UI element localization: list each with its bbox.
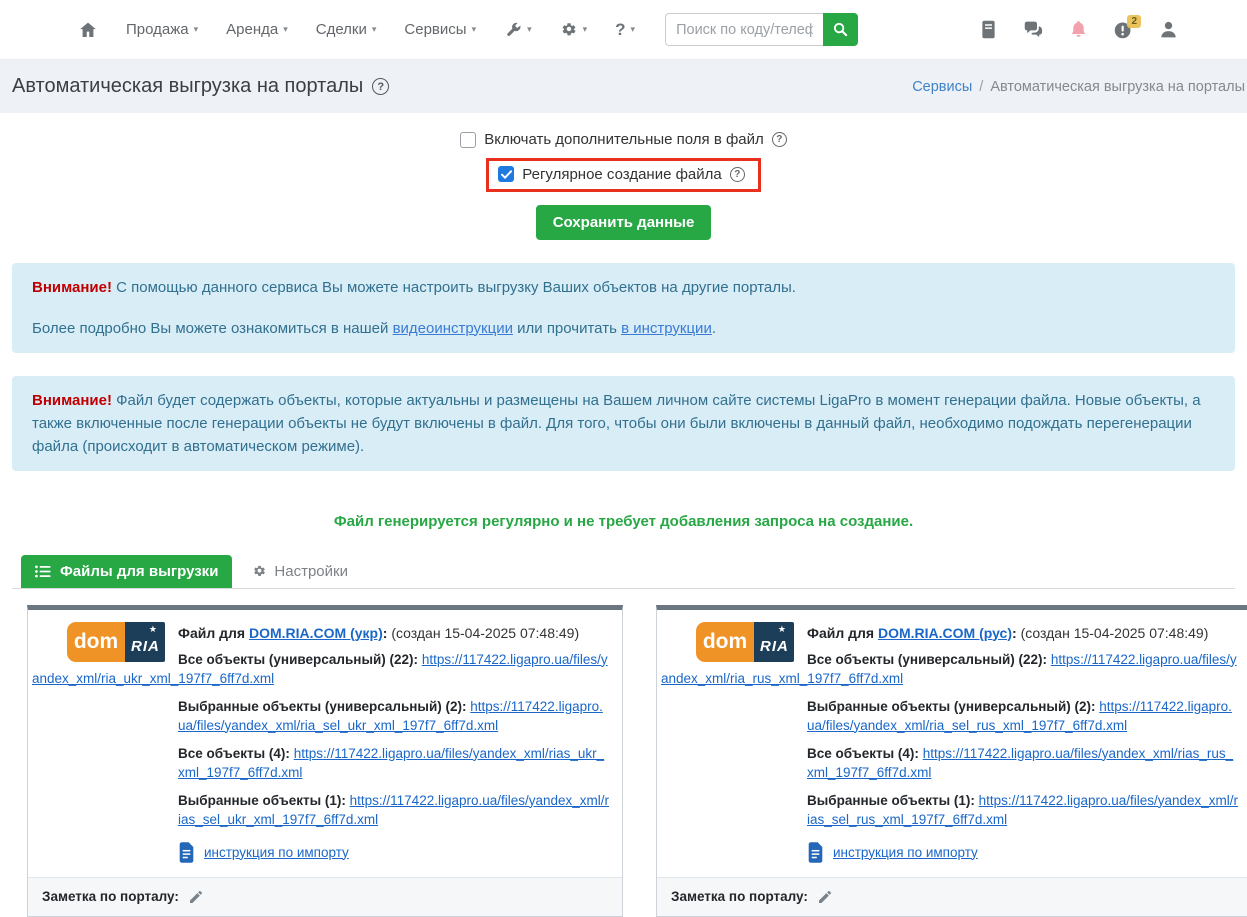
chevron-down-icon: ▾ <box>194 24 199 35</box>
portal-note-footer: Заметка по порталу: <box>28 877 622 916</box>
regular-file-help-icon[interactable]: ? <box>730 167 745 182</box>
gear-icon <box>252 564 267 579</box>
portal-site-link[interactable]: DOM.RIA.COM (рус) <box>878 625 1012 641</box>
instruction-link[interactable]: в инструкции <box>621 320 712 337</box>
checkmark-icon <box>501 170 512 179</box>
chevron-down-icon: ▾ <box>527 24 532 35</box>
search-button[interactable] <box>823 13 858 46</box>
info-notice-2: Внимание! Файл будет содержать объекты, … <box>12 376 1235 471</box>
chevron-down-icon: ▾ <box>283 24 288 35</box>
save-button[interactable]: Сохранить данные <box>536 205 712 240</box>
page-help-icon[interactable]: ? <box>372 78 389 95</box>
nav-help-menu[interactable]: ? ▾ <box>615 20 635 40</box>
file-line: Все объекты (4): https://117422.ligapro.… <box>178 744 610 782</box>
tab-bar: Файлы для выгрузки Настройки <box>12 555 1235 589</box>
extra-fields-checkbox-row[interactable]: Включать дополнительные поля в файл ? <box>460 131 787 148</box>
chevron-down-icon: ▾ <box>372 24 377 35</box>
regular-file-checkbox-row[interactable]: Регулярное создание файла ? <box>498 166 745 183</box>
edit-note-pencil-icon[interactable] <box>817 889 833 905</box>
gear-icon <box>560 21 578 39</box>
home-icon[interactable] <box>78 20 98 40</box>
portal-site-link[interactable]: DOM.RIA.COM (укр) <box>249 625 383 641</box>
nav-deals-menu[interactable]: Сделки▾ <box>316 21 377 38</box>
portal-cards: dom ★RIA Файл для DOM.RIA.COM (укр): (со… <box>27 605 1247 917</box>
dom-ria-logo: dom ★RIA <box>67 622 165 662</box>
import-instruction-link[interactable]: инструкция по импорту <box>204 845 349 860</box>
title-bar: Автоматическая выгрузка на порталы ? Сер… <box>0 60 1247 113</box>
red-highlight-annotation: Регулярное создание файла ? <box>486 158 761 192</box>
file-line: Выбранные объекты (универсальный) (2): h… <box>807 697 1239 735</box>
video-instruction-link[interactable]: видеоинструкции <box>393 320 513 337</box>
file-line: Выбранные объекты (универсальный) (2): h… <box>178 697 610 735</box>
breadcrumb: Сервисы/Автоматическая выгрузка на порта… <box>912 79 1245 95</box>
portal-note-footer: Заметка по порталу: <box>657 877 1247 916</box>
chevron-down-icon: ▾ <box>631 24 636 35</box>
alerts-icon[interactable]: 2 <box>1113 19 1134 40</box>
user-profile-icon[interactable] <box>1158 19 1179 40</box>
portal-card-dom-ria-rus: dom ★RIA Файл для DOM.RIA.COM (рус): (со… <box>656 605 1247 917</box>
wrench-icon <box>504 21 522 39</box>
messages-icon[interactable] <box>1023 19 1044 40</box>
tab-export-files[interactable]: Файлы для выгрузки <box>21 555 232 588</box>
export-settings-form: Включать дополнительные поля в файл ? Ре… <box>0 113 1247 240</box>
tab-settings[interactable]: Настройки <box>244 555 356 588</box>
regular-file-checkbox[interactable] <box>498 166 514 182</box>
nav-settings-menu[interactable]: ▾ <box>560 21 588 39</box>
file-line: Выбранные объекты (1): https://117422.li… <box>807 791 1239 829</box>
file-generation-status: Файл генерируется регулярно и не требует… <box>0 513 1247 530</box>
file-line: Все объекты (4): https://117422.ligapro.… <box>807 744 1239 782</box>
search-input[interactable] <box>665 13 823 46</box>
import-instruction-row: инструкция по импорту <box>807 842 1239 863</box>
dom-ria-logo: dom ★RIA <box>696 622 794 662</box>
star-icon: ★ <box>778 624 786 635</box>
header-icon-group: 2 <box>978 19 1179 40</box>
portal-card-dom-ria-ukr: dom ★RIA Файл для DOM.RIA.COM (укр): (со… <box>27 605 623 917</box>
breadcrumb-current: Автоматическая выгрузка на порталы <box>990 79 1245 95</box>
search-icon <box>832 21 849 38</box>
document-icon <box>807 842 824 863</box>
chevron-down-icon: ▾ <box>583 24 588 35</box>
star-icon: ★ <box>149 624 157 635</box>
info-notice-1: Внимание! С помощью данного сервиса Вы м… <box>12 263 1235 353</box>
page-title: Автоматическая выгрузка на порталы ? <box>12 75 389 98</box>
list-icon <box>35 565 51 578</box>
document-icon <box>178 842 195 863</box>
notifications-bell-icon[interactable] <box>1068 19 1089 40</box>
chevron-down-icon: ▾ <box>472 24 477 35</box>
extra-fields-help-icon[interactable]: ? <box>772 132 787 147</box>
help-icon: ? <box>615 20 625 40</box>
file-line: Выбранные объекты (1): https://117422.li… <box>178 791 610 829</box>
import-instruction-link[interactable]: инструкция по импорту <box>833 845 978 860</box>
journal-icon[interactable] <box>978 19 999 40</box>
nav-sales-menu[interactable]: Продажа▾ <box>126 21 198 38</box>
alerts-count-badge: 2 <box>1127 15 1141 28</box>
import-instruction-row: инструкция по импорту <box>178 842 610 863</box>
breadcrumb-services-link[interactable]: Сервисы <box>912 79 972 95</box>
nav-rent-menu[interactable]: Аренда▾ <box>226 21 288 38</box>
nav-services-menu[interactable]: Сервисы▾ <box>404 21 476 38</box>
extra-fields-checkbox[interactable] <box>460 132 476 148</box>
edit-note-pencil-icon[interactable] <box>188 889 204 905</box>
search-group <box>665 13 858 46</box>
nav-tools-menu[interactable]: ▾ <box>504 21 532 39</box>
top-navigation: Продажа▾ Аренда▾ Сделки▾ Сервисы▾ ▾ ▾ ? … <box>0 0 1247 60</box>
